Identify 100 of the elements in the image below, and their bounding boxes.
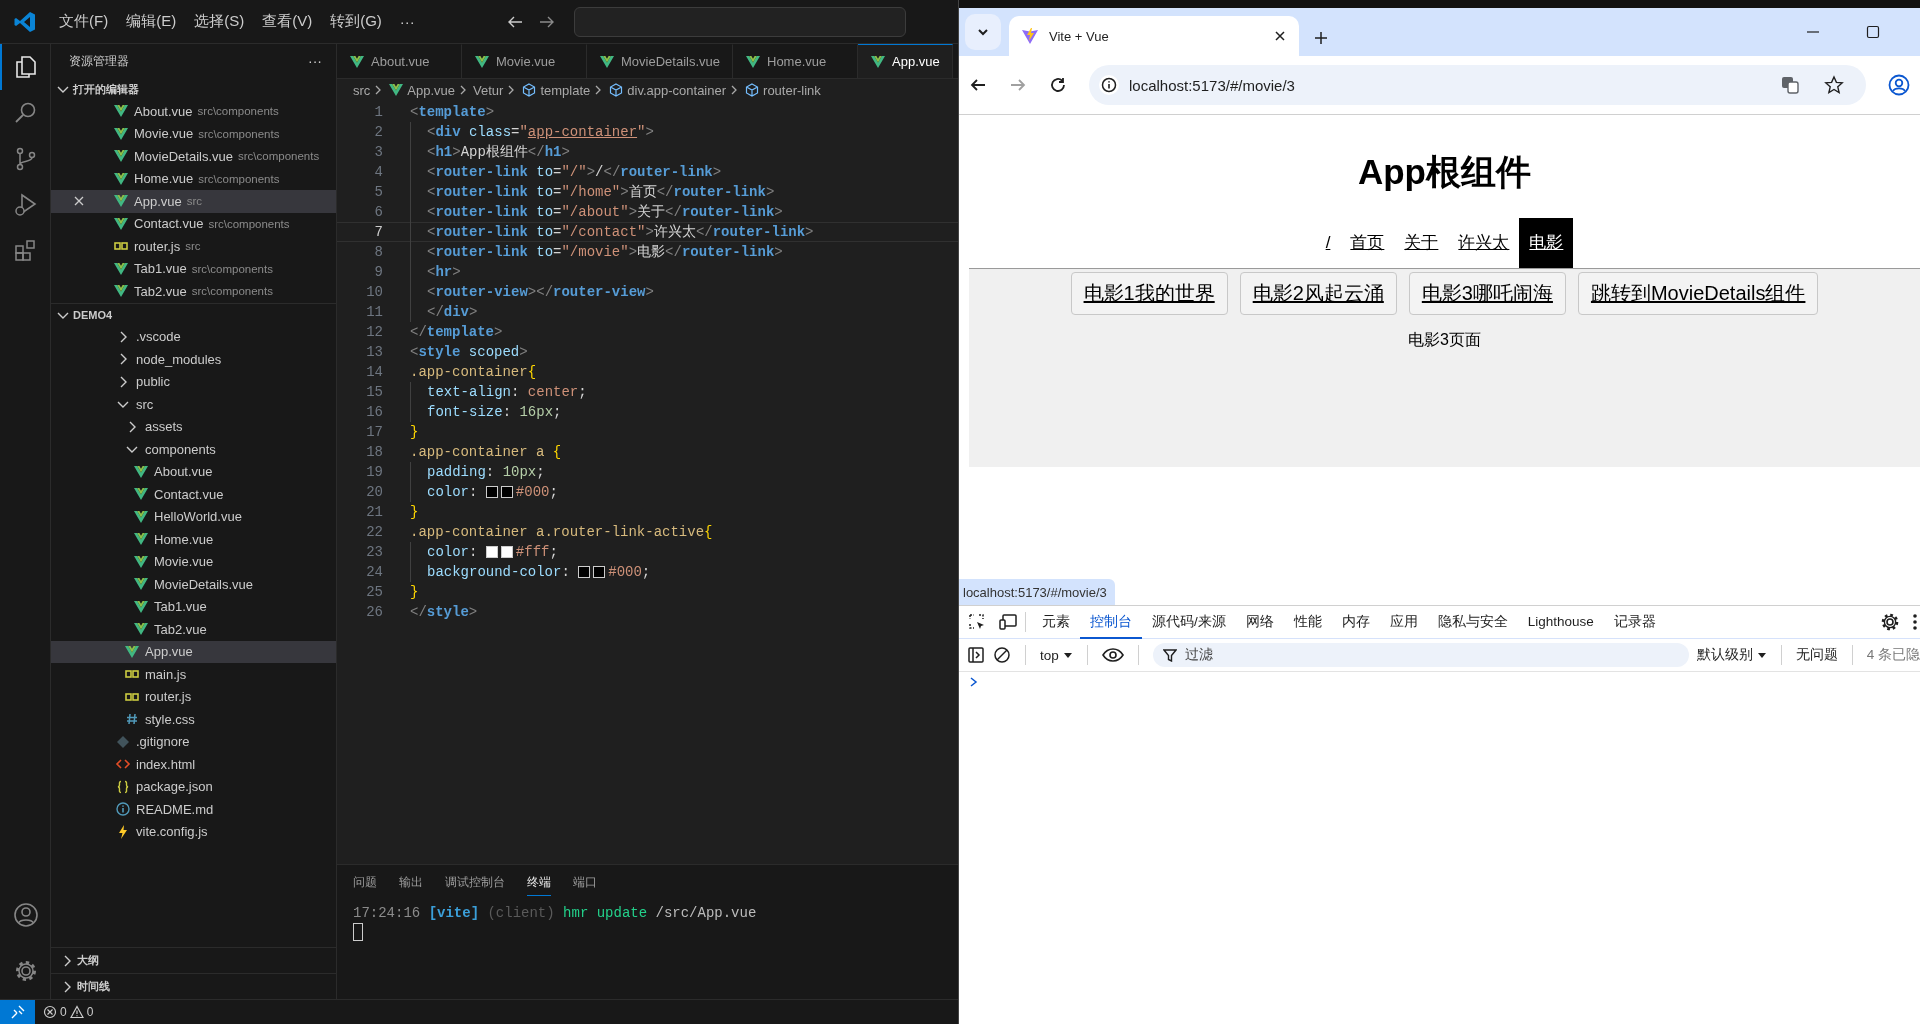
eye-icon[interactable] bbox=[1101, 646, 1124, 664]
clear-icon[interactable] bbox=[993, 646, 1011, 664]
open-editor-item[interactable]: About.vue src\components bbox=[51, 100, 336, 123]
tree-item[interactable]: .gitignore bbox=[51, 730, 336, 753]
tree-item[interactable]: HelloWorld.vue bbox=[51, 505, 336, 528]
tree-item[interactable]: About.vue bbox=[51, 460, 336, 483]
devtools-tab[interactable]: 元素 bbox=[1032, 605, 1080, 639]
tree-item[interactable]: Tab1.vue bbox=[51, 595, 336, 618]
level-dropdown[interactable]: 默认级别 bbox=[1696, 646, 1767, 664]
nav-link[interactable]: 电影 bbox=[1519, 218, 1574, 268]
movie-button[interactable]: 跳转到MovieDetails组件 bbox=[1577, 272, 1819, 315]
inspect-icon[interactable] bbox=[967, 612, 987, 632]
tree-item[interactable]: MovieDetails.vue bbox=[51, 573, 336, 596]
movie-button[interactable]: 电影2风起云涌 bbox=[1239, 272, 1397, 315]
translate-icon[interactable] bbox=[1780, 75, 1800, 95]
devtools-tab[interactable]: 应用 bbox=[1379, 605, 1428, 639]
section-header[interactable]: 大纲 bbox=[51, 947, 336, 973]
section-header[interactable]: 时间线 bbox=[51, 973, 336, 999]
breadcrumb[interactable]: template bbox=[540, 82, 591, 98]
tree-item[interactable]: App.vue bbox=[51, 640, 336, 663]
open-editor-item[interactable]: MovieDetails.vue src\components bbox=[51, 145, 336, 168]
context-dropdown[interactable]: top bbox=[1040, 647, 1073, 663]
breadcrumb[interactable]: Vetur bbox=[473, 82, 504, 98]
settings-icon[interactable] bbox=[1880, 612, 1900, 632]
tree-item[interactable]: src bbox=[51, 393, 336, 416]
new-tab-icon[interactable] bbox=[1313, 30, 1329, 46]
tree-item[interactable]: node_modules bbox=[51, 348, 336, 371]
issues-button[interactable]: 无问题 bbox=[1795, 646, 1838, 664]
panel-tab[interactable]: 问题 bbox=[353, 868, 377, 896]
menu-item[interactable]: 文件(F) bbox=[50, 8, 118, 35]
editor-tab[interactable]: App.vue bbox=[858, 44, 953, 78]
nav-link[interactable]: 关于 bbox=[1394, 218, 1449, 268]
run-debug-icon[interactable] bbox=[13, 192, 39, 218]
panel-tab[interactable]: 端口 bbox=[573, 868, 597, 896]
nav-link[interactable]: 许兴太 bbox=[1448, 218, 1520, 268]
tree-item[interactable]: style.css bbox=[51, 708, 336, 731]
problems-button[interactable]: 0 0 bbox=[43, 1005, 94, 1019]
nav-link[interactable]: 首页 bbox=[1340, 218, 1395, 268]
menu-item[interactable]: 转到(G) bbox=[321, 8, 391, 35]
tree-item[interactable]: main.js bbox=[51, 663, 336, 686]
open-editor-item[interactable]: router.js src bbox=[51, 235, 336, 258]
editor-tab[interactable]: Movie.vue bbox=[462, 44, 587, 78]
panel-tab[interactable]: 终端 bbox=[527, 868, 551, 896]
tree-item[interactable]: router.js bbox=[51, 685, 336, 708]
open-editor-item[interactable]: Tab1.vue src\components bbox=[51, 257, 336, 280]
menu-item[interactable]: 选择(S) bbox=[185, 8, 254, 35]
devtools-tab[interactable]: 记录器 bbox=[1603, 605, 1666, 639]
browser-tab[interactable]: Vite + Vue bbox=[1009, 16, 1299, 56]
tree-item[interactable]: .vscode bbox=[51, 325, 336, 348]
open-editor-item[interactable]: Contact.vue src\components bbox=[51, 212, 336, 235]
open-editor-item[interactable]: Home.vue src\components bbox=[51, 167, 336, 190]
open-editor-item[interactable]: App.vue src bbox=[51, 190, 336, 213]
maximize-icon[interactable] bbox=[1866, 25, 1880, 39]
panel-tab[interactable]: 调试控制台 bbox=[445, 868, 505, 896]
devtools-tab[interactable]: 隐私与安全 bbox=[1427, 605, 1518, 639]
files-icon[interactable] bbox=[13, 54, 39, 80]
movie-button[interactable]: 电影1我的世界 bbox=[1070, 272, 1228, 315]
more-icon[interactable] bbox=[1912, 612, 1918, 632]
star-icon[interactable] bbox=[1824, 75, 1844, 95]
devtools-tab[interactable]: 控制台 bbox=[1080, 605, 1142, 639]
tree-item[interactable]: vite.config.js bbox=[51, 820, 336, 843]
account-icon[interactable] bbox=[13, 902, 39, 928]
devtools-tab[interactable]: 源代码/来源 bbox=[1142, 605, 1236, 639]
info-icon[interactable] bbox=[1099, 75, 1119, 95]
devtools-tab[interactable]: 内存 bbox=[1331, 605, 1380, 639]
section-header[interactable]: 打开的编辑器 bbox=[51, 78, 336, 100]
open-editor-item[interactable]: Movie.vue src\components bbox=[51, 122, 336, 145]
devtools-tab[interactable]: Lighthouse bbox=[1517, 607, 1604, 637]
address-bar[interactable]: localhost:5173/#/movie/3 bbox=[1089, 65, 1866, 105]
movie-button[interactable]: 电影3哪吒闹海 bbox=[1408, 272, 1566, 315]
breadcrumb[interactable]: router-link bbox=[763, 82, 821, 98]
breadcrumb[interactable]: src bbox=[353, 82, 371, 98]
menu-item[interactable]: 编辑(E) bbox=[117, 8, 186, 35]
tree-item[interactable]: README.md bbox=[51, 798, 336, 821]
tree-item[interactable]: Contact.vue bbox=[51, 483, 336, 506]
panel-tab[interactable]: 输出 bbox=[399, 868, 423, 896]
open-editor-item[interactable]: Tab2.vue src\components bbox=[51, 280, 336, 303]
reload-icon[interactable] bbox=[1049, 76, 1067, 94]
breadcrumb[interactable]: div.app-container bbox=[627, 82, 727, 98]
tree-item[interactable]: Movie.vue bbox=[51, 550, 336, 573]
tree-item[interactable]: public bbox=[51, 370, 336, 393]
tree-item[interactable]: package.json bbox=[51, 775, 336, 798]
sidebar-icon[interactable] bbox=[967, 646, 985, 664]
menu-item[interactable]: ··· bbox=[390, 9, 424, 34]
tree-item[interactable]: assets bbox=[51, 415, 336, 438]
tree-item[interactable]: components bbox=[51, 438, 336, 461]
menu-item[interactable]: 查看(V) bbox=[253, 8, 322, 35]
tree-item[interactable]: Tab2.vue bbox=[51, 618, 336, 641]
tree-item[interactable]: Home.vue bbox=[51, 528, 336, 551]
editor-tab[interactable]: MovieDetails.vue bbox=[587, 44, 733, 78]
device-icon[interactable] bbox=[999, 612, 1019, 632]
close-icon[interactable] bbox=[1273, 29, 1287, 43]
nav-link[interactable]: / bbox=[1315, 218, 1341, 268]
editor-tab[interactable]: About.vue bbox=[337, 44, 462, 78]
breadcrumb[interactable]: App.vue bbox=[407, 82, 456, 98]
search-field[interactable] bbox=[573, 6, 906, 37]
filter-field[interactable]: 过滤 bbox=[1152, 643, 1689, 667]
section-header[interactable]: DEMO4 bbox=[51, 302, 336, 326]
profile-icon[interactable] bbox=[1888, 74, 1910, 96]
tree-item[interactable]: index.html bbox=[51, 753, 336, 776]
